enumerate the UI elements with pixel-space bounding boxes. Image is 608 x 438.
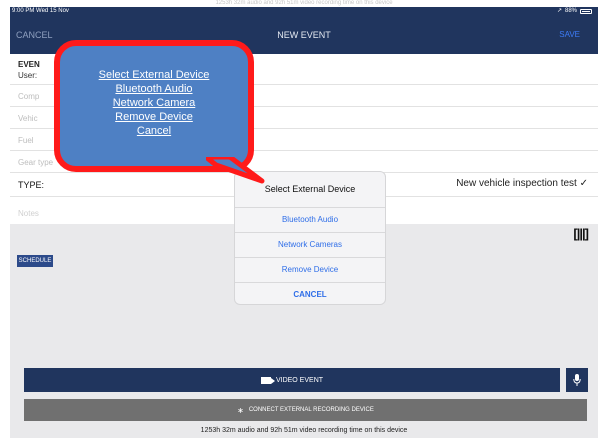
sheet-cancel-button[interactable]: CANCEL (235, 283, 385, 304)
page-title: NEW EVENT (277, 30, 331, 40)
vehicle-label: Vehic (18, 114, 38, 123)
callout-line-bluetooth: Bluetooth Audio (115, 83, 193, 95)
remove-device-option[interactable]: Remove Device (235, 258, 385, 283)
status-time: 9:00 PM Wed 15 Nov (12, 8, 69, 14)
schedule-button[interactable]: SCHEDULE (17, 255, 53, 267)
type-select[interactable]: New vehicle inspection test ✓ (456, 178, 588, 189)
user-label: User: (18, 71, 38, 80)
callout-line-select: Select External Device (98, 69, 210, 81)
status-indicators: ↗ 88% (557, 7, 592, 16)
chevron-down-icon: ✓ (579, 178, 588, 189)
callout-line-remove: Remove Device (115, 111, 193, 123)
network-cameras-option[interactable]: Network Cameras (235, 233, 385, 258)
battery-icon (580, 9, 592, 14)
notes-input[interactable]: Notes (18, 209, 39, 218)
event-label: EVEN (18, 60, 40, 69)
type-value: New vehicle inspection test (456, 178, 577, 189)
gear-label: Gear type (18, 158, 54, 167)
microphone-button[interactable] (566, 368, 588, 392)
company-label: Comp (18, 92, 40, 101)
ipad-screen: 9:00 PM Wed 15 Nov ↗ 88% CANCEL NEW EVEN… (10, 7, 598, 438)
video-event-button[interactable]: VIDEO EVENT (24, 368, 560, 392)
bluetooth-audio-option[interactable]: Bluetooth Audio (235, 208, 385, 233)
battery-percent: 88% (564, 8, 577, 14)
video-event-label: VIDEO EVENT (275, 376, 324, 384)
connect-device-button[interactable]: ∗ CONNECT EXTERNAL RECORDING DEVICE (24, 399, 587, 421)
video-camera-icon (260, 376, 275, 384)
caption-text: 1253h 32m audio and 92h 51m video record… (0, 0, 608, 7)
callout-text: Select External Device Bluetooth Audio N… (60, 68, 248, 138)
connect-label: CONNECT EXTERNAL RECORDING DEVICE (248, 407, 374, 413)
callout-line-cancel: Cancel (136, 125, 172, 137)
microphone-icon (573, 374, 581, 386)
save-button[interactable]: SAVE (559, 30, 580, 39)
callout-bubble: Select External Device Bluetooth Audio N… (54, 40, 254, 172)
barcode-scan-icon[interactable]: [|||] (573, 226, 589, 241)
fuel-label: Fuel (18, 136, 34, 145)
type-label: TYPE: (18, 180, 45, 190)
callout-line-camera: Network Camera (112, 97, 196, 109)
status-bar: 9:00 PM Wed 15 Nov ↗ 88% (10, 7, 598, 16)
recording-time-text: 1253h 32m audio and 92h 51m video record… (200, 427, 408, 434)
callout-tail (206, 157, 265, 184)
bluetooth-icon: ∗ (237, 405, 244, 415)
wifi-icon: ↗ (556, 8, 562, 14)
